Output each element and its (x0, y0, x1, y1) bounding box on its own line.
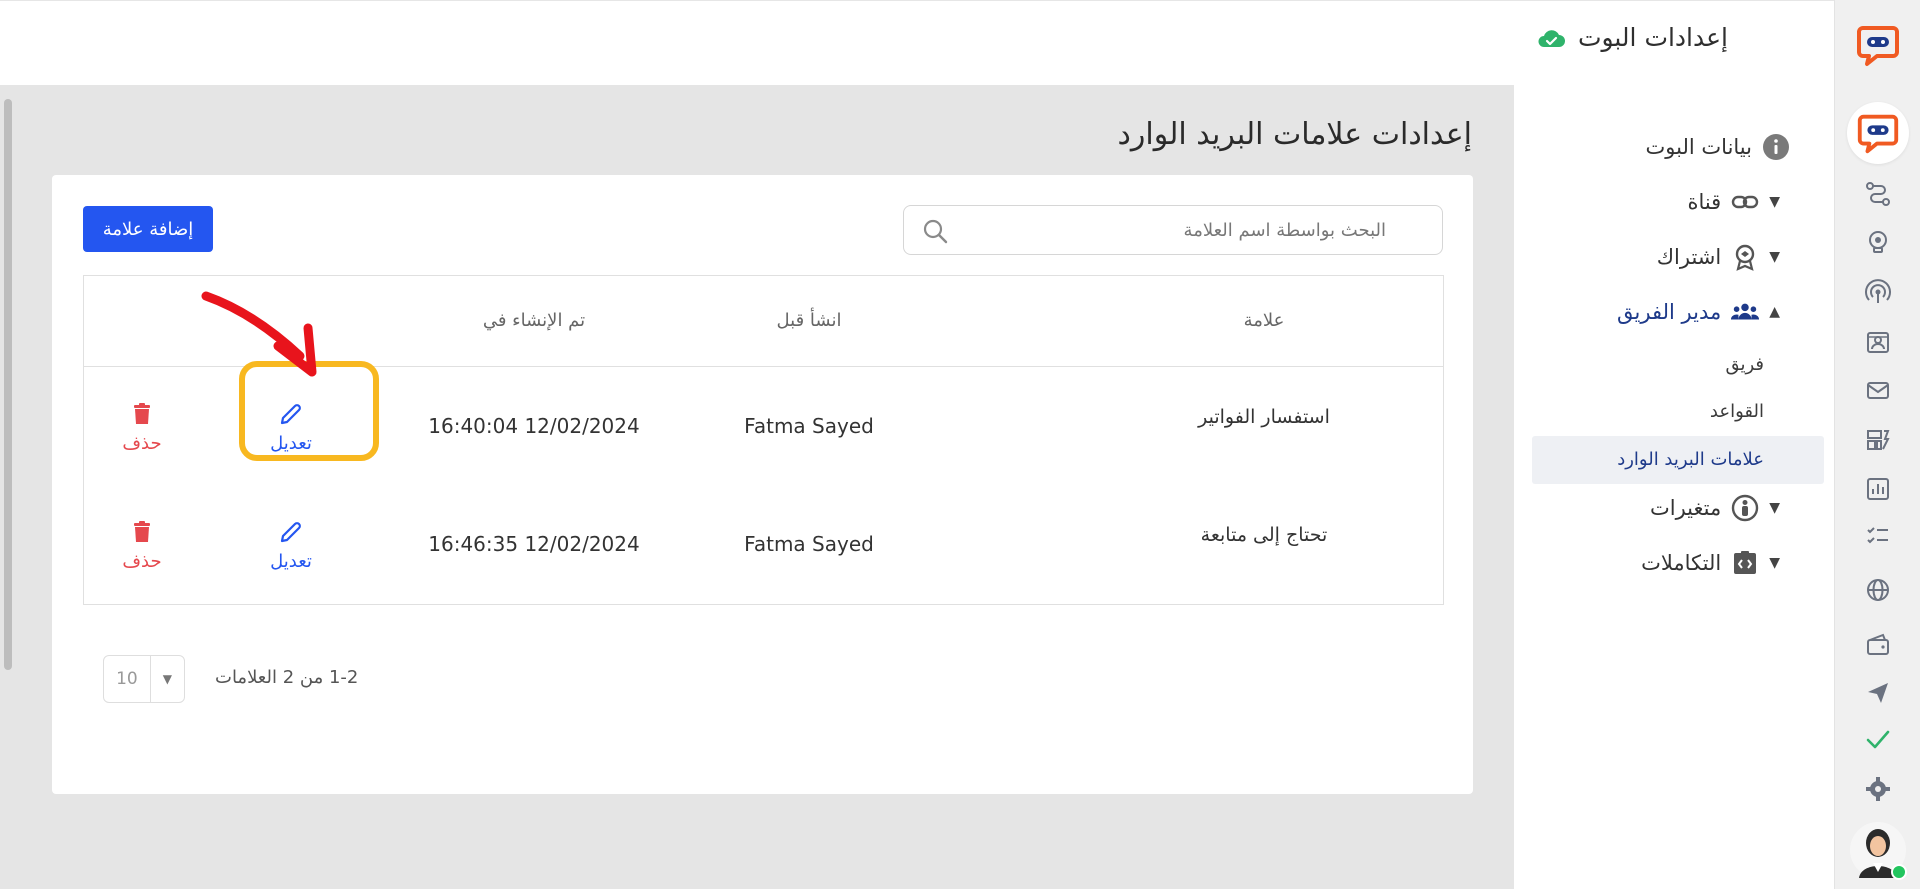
sidebar-subitem-rules[interactable]: القواعد (1710, 401, 1764, 422)
gear-icon[interactable] (1864, 775, 1892, 803)
globe-icon[interactable] (1864, 576, 1892, 604)
page-size-value: 10 (104, 656, 151, 702)
bot-logo-icon (1857, 114, 1899, 154)
cloud-check-icon (1538, 29, 1565, 47)
pencil-icon (280, 522, 301, 543)
route-icon[interactable] (1864, 180, 1892, 208)
rail-item-bot[interactable] (1847, 102, 1909, 164)
column-header-created-at: تم الإنشاء في (482, 310, 586, 331)
pagination-summary: 1-2 من 2 العلامات (215, 667, 359, 688)
send-icon[interactable] (1864, 679, 1892, 707)
page-size-select[interactable]: 10 ▼ (103, 655, 185, 703)
page-header-title: إعدادات البوت (1577, 23, 1728, 52)
add-tag-button[interactable]: إضافة علامة (83, 206, 213, 252)
search-box[interactable] (903, 205, 1443, 255)
sidebar-item-variables[interactable]: ▼ متغيرات (1650, 494, 1790, 522)
sidebar-item-label: اشتراك (1656, 245, 1722, 269)
sidebar-item-subscription[interactable]: ▼ اشتراك (1657, 243, 1790, 271)
sidebar-item-integrations[interactable]: ▼ التكاملات (1641, 549, 1790, 577)
badge-icon (1731, 243, 1759, 271)
dashboard-icon[interactable] (1864, 426, 1892, 454)
top-header: إعدادات البوت (0, 0, 1834, 85)
tag-name: تحتاج إلى متابعة (1200, 524, 1328, 546)
sidebar-item-team-manager[interactable]: ▲ مدير الفريق (1617, 298, 1790, 326)
delete-button[interactable]: حذف (92, 401, 192, 454)
settings-sidebar: بيانات البوت ▼ قناة ▼ اشتراك ▲ مدير الفر… (1514, 85, 1834, 889)
delete-label: حذف (122, 551, 162, 572)
bulb-gear-icon[interactable] (1864, 228, 1892, 256)
sidebar-item-label: مدير الفريق (1617, 300, 1722, 324)
brand-logo-icon[interactable] (1853, 20, 1903, 70)
wallet-icon[interactable] (1864, 630, 1892, 658)
created-by: Fatma Sayed (744, 414, 874, 438)
sidebar-item-label: قناة (1687, 190, 1722, 214)
column-header-created-by: انشأ قبل (776, 310, 842, 331)
chevron-down-icon: ▼ (1769, 555, 1780, 571)
column-header-tag: علامة (1243, 310, 1285, 331)
trash-icon (134, 403, 150, 424)
team-icon (1731, 298, 1760, 326)
chevron-down-icon: ▼ (1769, 249, 1780, 265)
checklist-icon[interactable] (1864, 522, 1892, 550)
delete-label: حذف (122, 433, 162, 454)
sidebar-subitem-inbox-tags[interactable]: علامات البريد الوارد (1617, 449, 1764, 470)
search-input[interactable] (966, 206, 1386, 254)
user-avatar[interactable] (1849, 816, 1907, 882)
check-icon[interactable] (1864, 725, 1892, 753)
chevron-down-icon: ▼ (1769, 194, 1780, 210)
mail-icon[interactable] (1864, 376, 1892, 404)
sidebar-item-label: متغيرات (1649, 496, 1722, 520)
info-icon (1762, 133, 1790, 161)
main-content: إعدادات علامات البريد الوارد إضافة علامة… (0, 85, 1514, 889)
search-icon[interactable] (922, 218, 948, 244)
bot-settings-header: إعدادات البوت (1536, 23, 1728, 52)
page-scrollbar[interactable] (4, 99, 12, 670)
sidebar-item-channel[interactable]: ▼ قناة (1687, 188, 1790, 216)
sidebar-item-label: التكاملات (1641, 551, 1722, 575)
page-title: إعدادات علامات البريد الوارد (1117, 117, 1472, 152)
sidebar-subitem-team[interactable]: فريق (1725, 354, 1764, 375)
contact-card-icon[interactable] (1864, 328, 1892, 356)
chevron-down-icon: ▼ (1769, 500, 1780, 516)
edit-label: تعديل (270, 551, 312, 572)
table-row: تحتاج إلى متابعة Fatma Sayed 16:46:35 12… (84, 486, 1443, 604)
chevron-down-icon: ▼ (162, 672, 173, 686)
created-at: 16:46:35 12/02/2024 (428, 532, 640, 556)
person-circle-icon (1731, 494, 1759, 522)
tag-name: استفسار الفواتير (1198, 406, 1330, 428)
code-box-icon (1731, 549, 1759, 577)
edit-button[interactable]: تعديل (241, 519, 341, 572)
annotation-arrow-icon (201, 291, 317, 377)
app-icon-rail (1834, 0, 1920, 889)
chevron-up-icon: ▲ (1769, 304, 1780, 320)
delete-button[interactable]: حذف (92, 519, 192, 572)
chart-icon[interactable] (1864, 475, 1892, 503)
link-icon (1731, 188, 1759, 216)
created-at: 16:40:04 12/02/2024 (428, 414, 640, 438)
sidebar-item-bot-info[interactable]: بيانات البوت (1646, 133, 1790, 161)
created-by: Fatma Sayed (744, 532, 874, 556)
sidebar-item-label: بيانات البوت (1645, 135, 1752, 159)
broadcast-icon[interactable] (1864, 278, 1892, 306)
trash-icon (134, 521, 150, 542)
tags-card: إضافة علامة علامة انشأ قبل تم الإنشاء في… (52, 175, 1473, 794)
